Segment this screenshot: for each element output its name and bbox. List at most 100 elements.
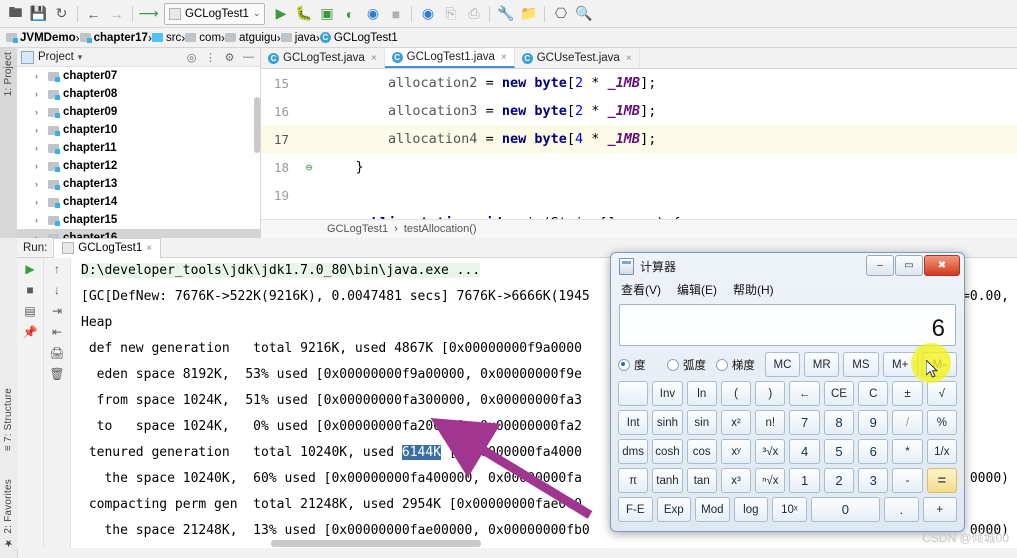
breadcrumb-item-java[interactable]: java bbox=[280, 32, 316, 44]
stop-icon[interactable]: ■ bbox=[384, 3, 407, 25]
reciprocal-button[interactable]: 1/x bbox=[926, 439, 957, 464]
tab-gclogtest1[interactable]: C GCLogTest1.java × bbox=[384, 48, 515, 68]
footer-crumb-method[interactable]: testAllocation() bbox=[404, 223, 477, 235]
sinh-button[interactable]: sinh bbox=[652, 410, 683, 435]
maximize-button[interactable]: ▭ bbox=[895, 255, 923, 276]
hide-icon[interactable]: — bbox=[241, 51, 256, 63]
log-button[interactable]: log bbox=[733, 497, 769, 522]
tree-item[interactable]: › chapter14 bbox=[17, 193, 260, 211]
scroll-up-icon[interactable]: ↑ bbox=[54, 263, 60, 275]
cosh-button[interactable]: cosh bbox=[652, 439, 683, 464]
nth-root-button[interactable]: ⁿ√x bbox=[755, 468, 786, 493]
close-icon[interactable]: × bbox=[501, 52, 507, 63]
footer-crumb-class[interactable]: GCLogTest1 bbox=[327, 223, 388, 235]
chevron-right-icon[interactable]: › bbox=[35, 197, 44, 207]
digit-6-button[interactable]: 6 bbox=[858, 439, 889, 464]
browser2-icon[interactable]: ◉ bbox=[416, 3, 439, 25]
fe-button[interactable]: F-E bbox=[618, 497, 653, 522]
sign-button[interactable]: ± bbox=[892, 381, 923, 406]
digit-9-button[interactable]: 9 bbox=[858, 410, 889, 435]
back-icon[interactable]: ← bbox=[82, 3, 105, 25]
radio-icon[interactable] bbox=[618, 358, 630, 371]
memory-store-button[interactable]: MS bbox=[843, 352, 879, 377]
memory-recall-button[interactable]: MR bbox=[804, 352, 840, 377]
tree-item[interactable]: › chapter07 bbox=[17, 67, 260, 85]
open-paren-button[interactable]: ( bbox=[720, 381, 752, 406]
digit-2-button[interactable]: 2 bbox=[823, 468, 855, 493]
run-configuration-selector[interactable]: GCLogTest1 ⌄ bbox=[164, 2, 266, 25]
export-icon[interactable]: ⇤ bbox=[52, 326, 62, 338]
dms-button[interactable]: dms bbox=[618, 439, 649, 464]
digit-3-button[interactable]: 3 bbox=[858, 468, 889, 493]
forward-icon[interactable]: → bbox=[105, 3, 128, 25]
build-icon[interactable]: ⟶ bbox=[137, 3, 160, 25]
backspace-button[interactable]: ← bbox=[789, 381, 820, 406]
chevron-right-icon[interactable]: › bbox=[35, 215, 44, 225]
int-button[interactable]: Int bbox=[618, 410, 649, 435]
tree-item[interactable]: › chapter08 bbox=[17, 85, 260, 103]
square-button[interactable]: x² bbox=[720, 410, 752, 435]
mode-degrees[interactable]: 度 bbox=[618, 357, 663, 373]
digit-1-button[interactable]: 1 bbox=[789, 468, 820, 493]
percent-button[interactable]: % bbox=[926, 410, 957, 435]
save-icon[interactable]: 💾 bbox=[27, 3, 50, 25]
factorial-button[interactable]: n! bbox=[755, 410, 786, 435]
multiply-button[interactable]: * bbox=[892, 439, 923, 464]
scroll-down-icon[interactable]: ↓ bbox=[54, 284, 60, 296]
calculator-window[interactable]: 计算器 – ▭ ✖ 查看(V) 编辑(E) 帮助(H) 6 度 弧度 梯度 MC… bbox=[610, 252, 965, 532]
terminal-icon[interactable]: ⎔ bbox=[549, 3, 572, 25]
digit-7-button[interactable]: 7 bbox=[789, 410, 820, 435]
tree-item[interactable]: › chapter09 bbox=[17, 103, 260, 121]
digit-0-button[interactable]: 0 bbox=[810, 497, 880, 522]
search-icon[interactable]: 🔍 bbox=[572, 3, 595, 25]
tanh-button[interactable]: tanh bbox=[652, 468, 683, 493]
console-selected-value[interactable]: 6144K bbox=[401, 445, 442, 460]
cos-button[interactable]: cos bbox=[686, 439, 717, 464]
tree-item[interactable]: › chapter10 bbox=[17, 121, 260, 139]
sqrt-button[interactable]: √ bbox=[926, 381, 957, 406]
ten-power-button[interactable]: 10ˣ bbox=[772, 497, 807, 522]
tree-item[interactable]: › chapter12 bbox=[17, 157, 260, 175]
browser-icon[interactable]: ◉ bbox=[361, 3, 384, 25]
attach2-icon[interactable]: ⎙ bbox=[462, 3, 485, 25]
chevron-down-icon[interactable]: ⌄ bbox=[253, 8, 261, 19]
run-tab-gclogtest1[interactable]: GCLogTest1 × bbox=[53, 237, 162, 258]
subtract-button[interactable]: - bbox=[892, 468, 923, 493]
sidebar-item-favorites-label[interactable]: ★ 2: Favorites bbox=[3, 479, 14, 548]
close-icon[interactable]: × bbox=[626, 53, 632, 64]
menu-view[interactable]: 查看(V) bbox=[621, 281, 661, 298]
decimal-button[interactable]: . bbox=[883, 497, 919, 522]
breadcrumb-item-src[interactable]: src bbox=[151, 32, 181, 44]
chevron-right-icon[interactable]: › bbox=[35, 125, 44, 135]
add-button[interactable]: + bbox=[922, 497, 958, 522]
power-y-button[interactable]: xʸ bbox=[720, 439, 752, 464]
project-scrollbar[interactable] bbox=[254, 97, 260, 153]
breadcrumb-item-atguigu[interactable]: atguigu bbox=[225, 32, 277, 44]
tree-item[interactable]: › chapter15 bbox=[17, 211, 260, 229]
tab-gclogtest[interactable]: C GCLogTest.java × bbox=[261, 48, 385, 68]
settings-icon[interactable]: ⚙ bbox=[222, 51, 237, 64]
tab-gcusetest[interactable]: C GCUseTest.java × bbox=[515, 48, 640, 68]
stop-icon[interactable]: ■ bbox=[26, 284, 33, 296]
pi-button[interactable]: π bbox=[618, 468, 649, 493]
attach-icon[interactable]: ⎘ bbox=[439, 3, 462, 25]
cube-root-button[interactable]: ³√x bbox=[755, 439, 786, 464]
ln-button[interactable]: ln bbox=[686, 381, 717, 406]
rerun-icon[interactable]: ▶ bbox=[25, 263, 34, 275]
run-coverage-icon[interactable]: ▣ bbox=[315, 3, 338, 25]
clear-entry-button[interactable]: CE bbox=[823, 381, 855, 406]
collapse-icon[interactable]: ⋮ bbox=[203, 51, 218, 64]
print-icon[interactable]: ▤ bbox=[24, 305, 35, 317]
digit-4-button[interactable]: 4 bbox=[789, 439, 820, 464]
radio-icon[interactable] bbox=[715, 358, 728, 371]
target-icon[interactable]: ◎ bbox=[184, 51, 199, 64]
menu-edit[interactable]: 编辑(E) bbox=[677, 281, 717, 298]
sync-icon[interactable]: ↻ bbox=[50, 3, 73, 25]
digit-8-button[interactable]: 8 bbox=[823, 410, 855, 435]
close-button[interactable]: ✖ bbox=[924, 255, 960, 276]
chevron-right-icon[interactable]: › bbox=[35, 71, 44, 81]
code-editor[interactable]: 15 allocation2 = new byte[2 * _1MB]; 16 a… bbox=[261, 69, 1017, 238]
tree-item[interactable]: › chapter13 bbox=[17, 175, 260, 193]
open-icon[interactable]: 🖿 bbox=[4, 3, 27, 25]
debug-icon[interactable]: 🐛 bbox=[292, 3, 315, 25]
